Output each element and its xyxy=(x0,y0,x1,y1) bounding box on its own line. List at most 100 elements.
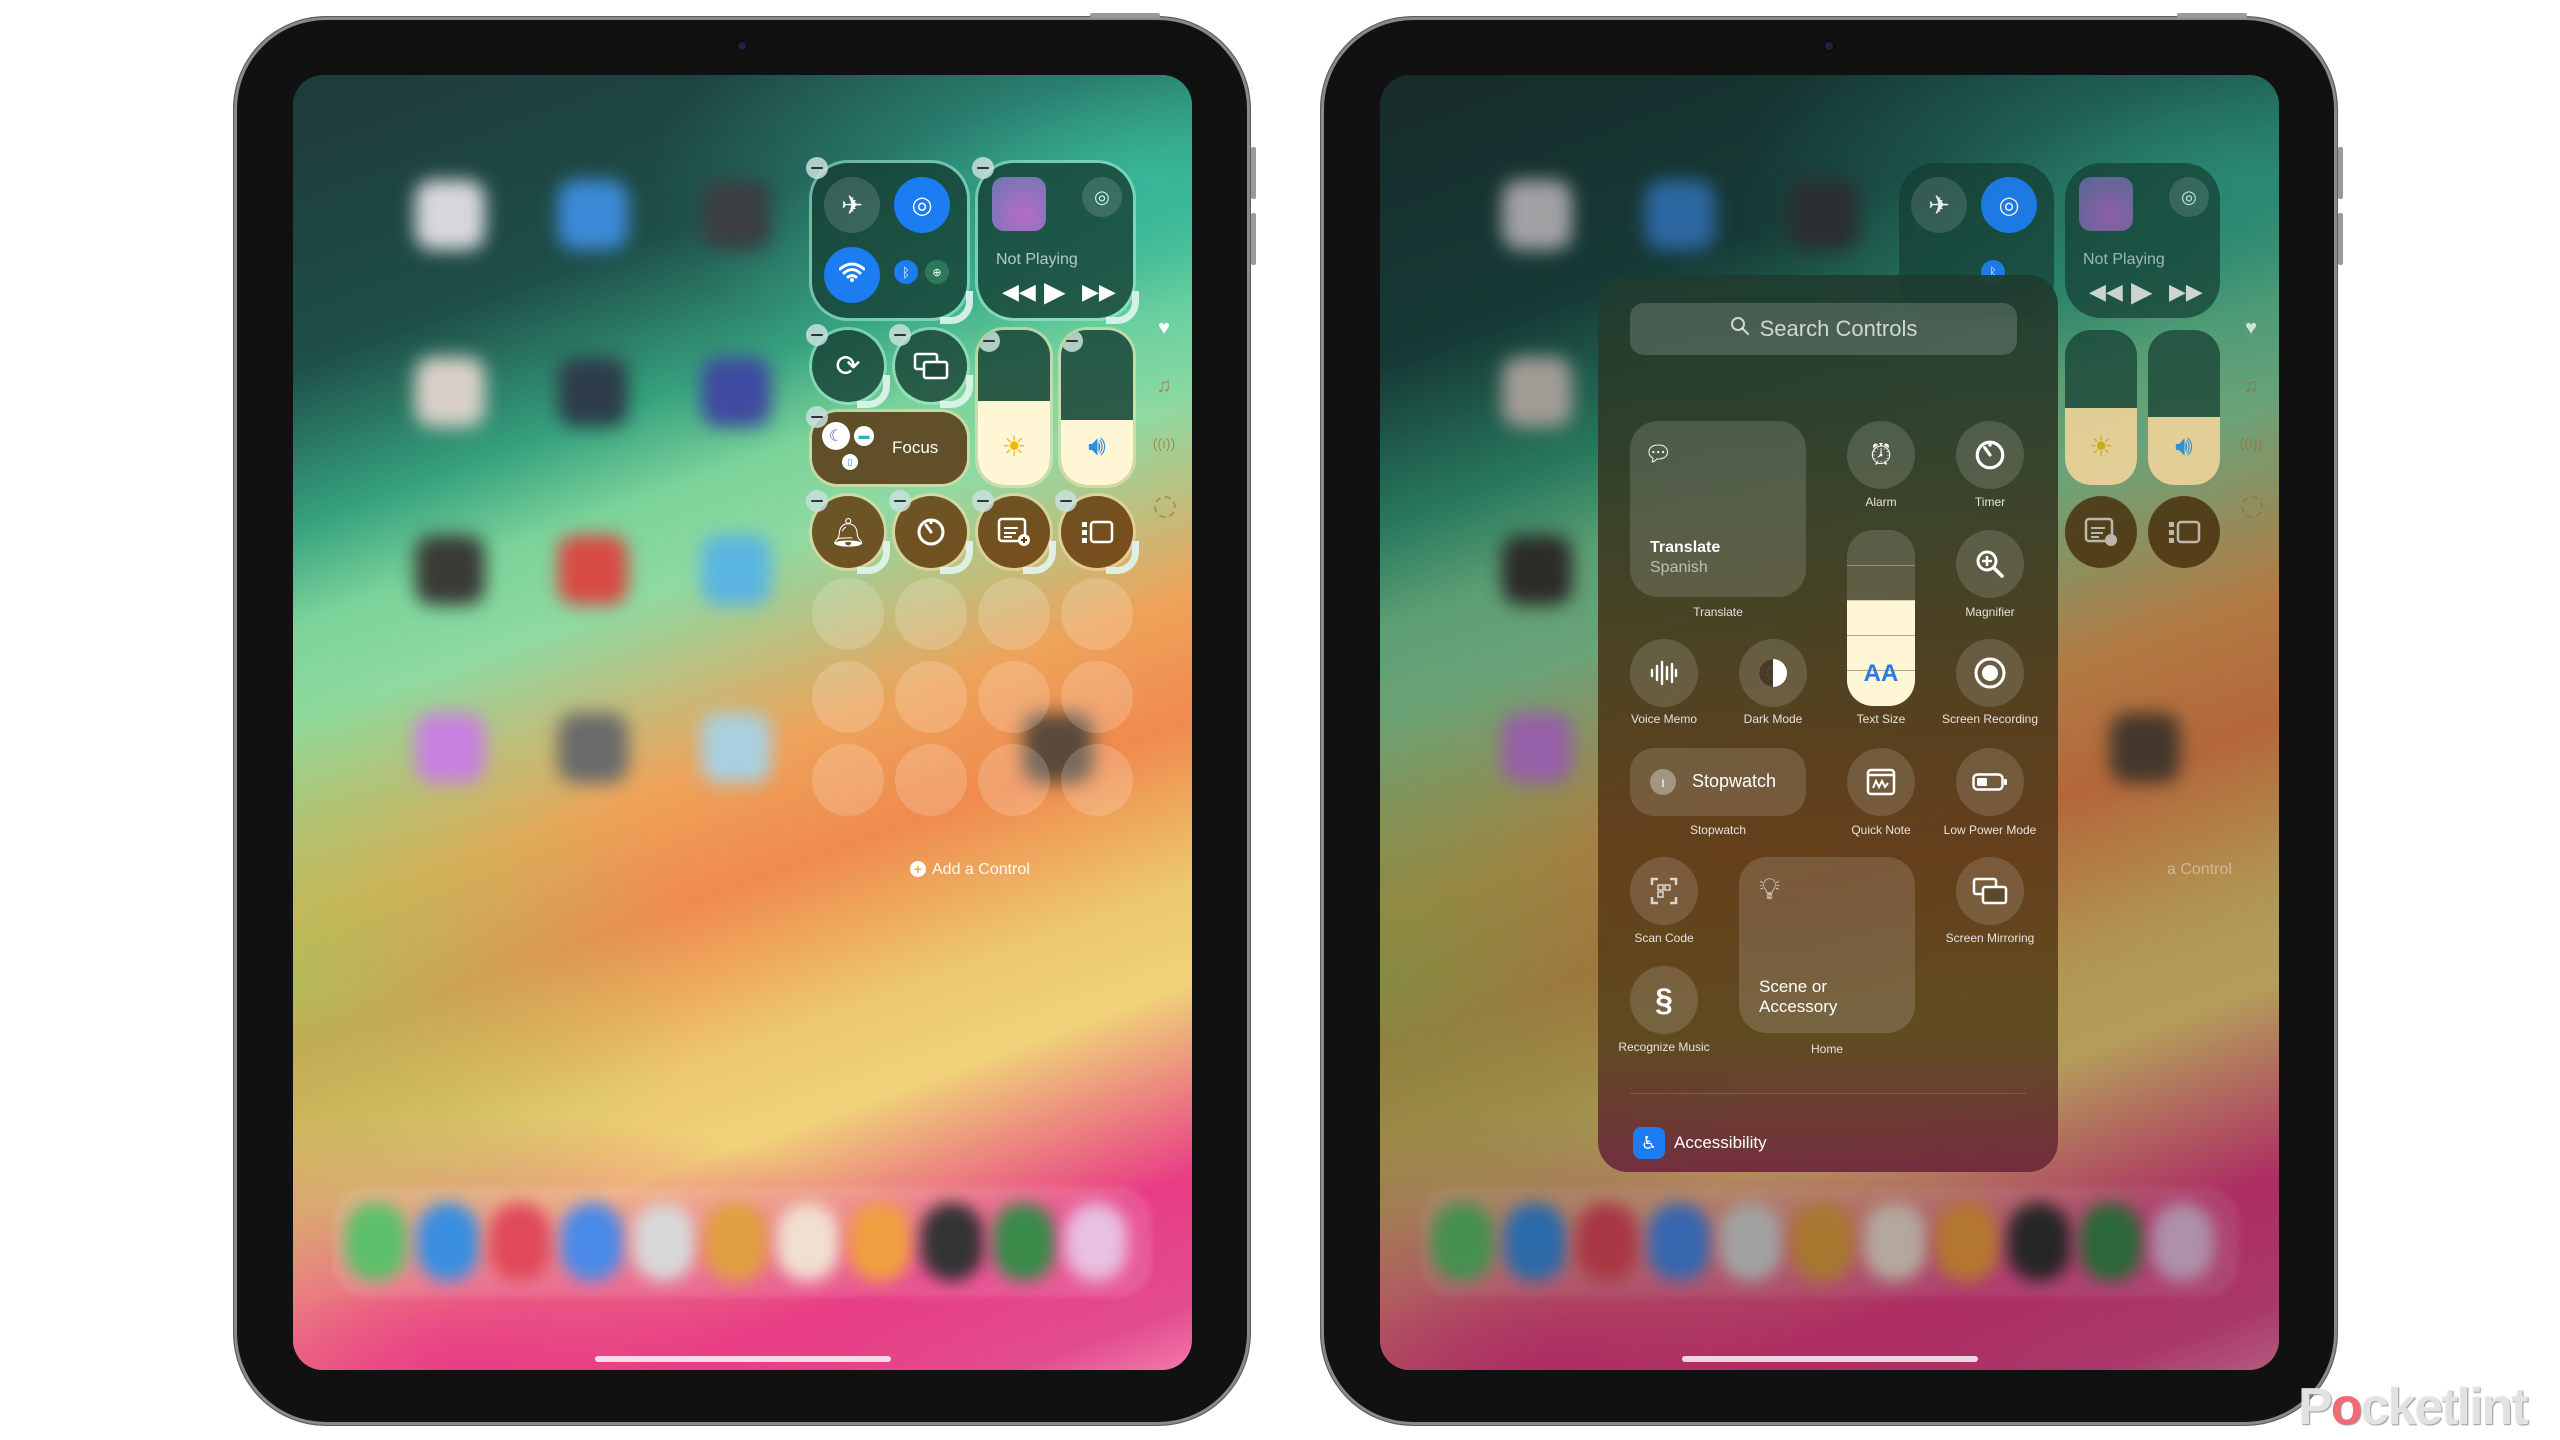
app-icon xyxy=(558,357,628,427)
stopwatch-title: Stopwatch xyxy=(1692,771,1777,791)
focus-label: Focus xyxy=(892,438,939,457)
app-icon xyxy=(701,180,771,250)
screen-mirroring-control[interactable] xyxy=(1956,857,2024,925)
ipad-right: ✈ ◎ ᛒ ◎ Not Playing ◀◀ ▶ ▶▶ ☀ 🔊︎ a Contr… xyxy=(1321,13,2343,1425)
music-icon[interactable]: ♫ xyxy=(1152,375,1176,398)
volume-up-button xyxy=(2338,147,2343,199)
app-icon xyxy=(701,535,771,605)
dark-mode-control[interactable] xyxy=(1739,639,1807,707)
remove-control-button[interactable] xyxy=(806,157,828,179)
remove-control-button[interactable] xyxy=(889,490,911,512)
cellular-button[interactable]: ⊕ xyxy=(925,260,949,284)
airdrop-button: ◎ xyxy=(1981,177,2037,233)
empty-slot[interactable] xyxy=(978,661,1050,733)
remove-control-button[interactable] xyxy=(1055,490,1077,512)
home-indicator[interactable] xyxy=(1681,1356,1978,1362)
airplane-mode-button[interactable]: ✈ xyxy=(824,177,880,233)
volume-slider[interactable]: 🔊︎ xyxy=(1061,330,1133,485)
magnifier-caption: Magnifier xyxy=(1965,605,2015,619)
empty-slot[interactable] xyxy=(978,578,1050,650)
quick-note-tile[interactable] xyxy=(972,490,1056,574)
cellular-icon: ⊕ xyxy=(932,266,942,279)
remove-control-button[interactable] xyxy=(978,330,1000,352)
screen-mirroring-tile[interactable] xyxy=(889,324,973,408)
stage-manager-tile[interactable] xyxy=(1055,490,1139,574)
fast-forward-icon: ▶▶ xyxy=(2169,279,2203,304)
airdrop-button[interactable]: ◎ xyxy=(894,177,950,233)
search-placeholder: Search Controls xyxy=(1759,316,1918,341)
brightness-slider[interactable]: ☀ xyxy=(978,330,1050,485)
dashed-circle-icon[interactable] xyxy=(1154,496,1176,518)
remove-control-button[interactable] xyxy=(972,157,994,179)
timer-control[interactable] xyxy=(1956,421,2024,489)
bluetooth-button[interactable]: ᛒ xyxy=(894,260,918,284)
scan-code-control[interactable] xyxy=(1630,857,1698,925)
now-playing-tile: ◎ Not Playing ◀◀ ▶ ▶▶ xyxy=(2065,163,2220,318)
app-icon xyxy=(558,713,628,783)
empty-slot[interactable] xyxy=(812,578,884,650)
empty-slot[interactable] xyxy=(1061,661,1133,733)
wifi-button[interactable] xyxy=(824,247,880,303)
empty-slot[interactable] xyxy=(895,744,967,816)
accessibility-section-label[interactable]: Accessibility xyxy=(1674,1133,1767,1153)
magnifier-control[interactable] xyxy=(1956,530,2024,598)
empty-slot[interactable] xyxy=(812,661,884,733)
now-playing-tile[interactable]: ◎ Not Playing ◀◀ ▶ ▶▶ xyxy=(972,157,1139,324)
stopwatch-icon: ı xyxy=(1650,769,1676,795)
empty-slot[interactable] xyxy=(895,661,967,733)
speaker-icon: 🔊︎ xyxy=(2175,430,2193,461)
empty-slot[interactable] xyxy=(1061,744,1133,816)
remove-control-button[interactable] xyxy=(806,406,828,428)
top-button xyxy=(2177,13,2247,18)
silent-mode-tile[interactable]: 🔔︎ xyxy=(806,490,890,574)
timer-tile[interactable] xyxy=(889,490,973,574)
airplay-button[interactable]: ◎ xyxy=(1082,177,1122,217)
connectivity-tile[interactable]: ✈ ◎ ᛒ ⊕ xyxy=(806,157,973,324)
airdrop-icon: ◎ xyxy=(911,191,933,219)
translate-control[interactable]: 💬︎ Translate Spanish xyxy=(1630,421,1806,597)
recognize-music-control[interactable]: § xyxy=(1630,966,1698,1034)
qr-scan-icon xyxy=(1650,877,1678,905)
add-control-button[interactable]: + Add a Control xyxy=(910,861,1030,879)
ipad-right-screen: ✈ ◎ ᛒ ◎ Not Playing ◀◀ ▶ ▶▶ ☀ 🔊︎ a Contr… xyxy=(1380,75,2279,1370)
rewind-button[interactable]: ◀◀ xyxy=(1002,279,1036,305)
home-control[interactable]: 💡︎ Scene or Accessory xyxy=(1739,857,1915,1033)
text-size-control[interactable]: AA xyxy=(1847,530,1915,706)
remove-control-button[interactable] xyxy=(806,490,828,512)
app-icon xyxy=(701,357,771,427)
front-camera xyxy=(738,42,746,50)
watermark-power-o: o xyxy=(2330,1378,2363,1436)
volume-down-button xyxy=(1251,213,1256,265)
empty-slot[interactable] xyxy=(812,744,884,816)
dashed-circle-icon xyxy=(2241,496,2263,518)
search-controls-input[interactable]: Search Controls xyxy=(1630,303,2017,355)
remove-control-button[interactable] xyxy=(889,324,911,346)
rotation-lock-tile[interactable]: ⟳ xyxy=(806,324,890,408)
dock-icon xyxy=(417,1203,479,1281)
empty-slot[interactable] xyxy=(978,744,1050,816)
screen-recording-control[interactable] xyxy=(1956,639,2024,707)
antenna-icon[interactable]: ((ı)) xyxy=(1152,435,1176,451)
remove-control-button[interactable] xyxy=(972,490,994,512)
alarm-caption: Alarm xyxy=(1865,495,1897,509)
dock-icon xyxy=(777,1203,839,1281)
stage-manager-tile xyxy=(2148,496,2220,568)
quick-note-control[interactable] xyxy=(1847,748,1915,816)
heart-icon[interactable]: ♥ xyxy=(1152,317,1176,340)
empty-slot[interactable] xyxy=(1061,578,1133,650)
antenna-icon: ((ı)) xyxy=(2239,435,2263,451)
empty-slot[interactable] xyxy=(895,578,967,650)
add-controls-panel: Search Controls 💬︎ Translate Spanish Tra… xyxy=(1598,275,2058,1172)
stopwatch-control[interactable]: ı Stopwatch xyxy=(1630,748,1806,816)
play-button[interactable]: ▶ xyxy=(1044,275,1066,308)
focus-tile[interactable]: ☾ ▬ ▯ Focus xyxy=(806,406,967,484)
plus-circle-icon: + xyxy=(910,861,926,877)
remove-control-button[interactable] xyxy=(806,324,828,346)
watermark-p: P xyxy=(2298,1378,2333,1436)
home-indicator[interactable] xyxy=(594,1356,891,1362)
recognize-music-caption: Recognize Music xyxy=(1618,1040,1710,1054)
voice-memo-control[interactable] xyxy=(1630,639,1698,707)
remove-control-button[interactable] xyxy=(1061,330,1083,352)
low-power-mode-control[interactable] xyxy=(1956,748,2024,816)
alarm-control[interactable]: ⏰︎ xyxy=(1847,421,1915,489)
